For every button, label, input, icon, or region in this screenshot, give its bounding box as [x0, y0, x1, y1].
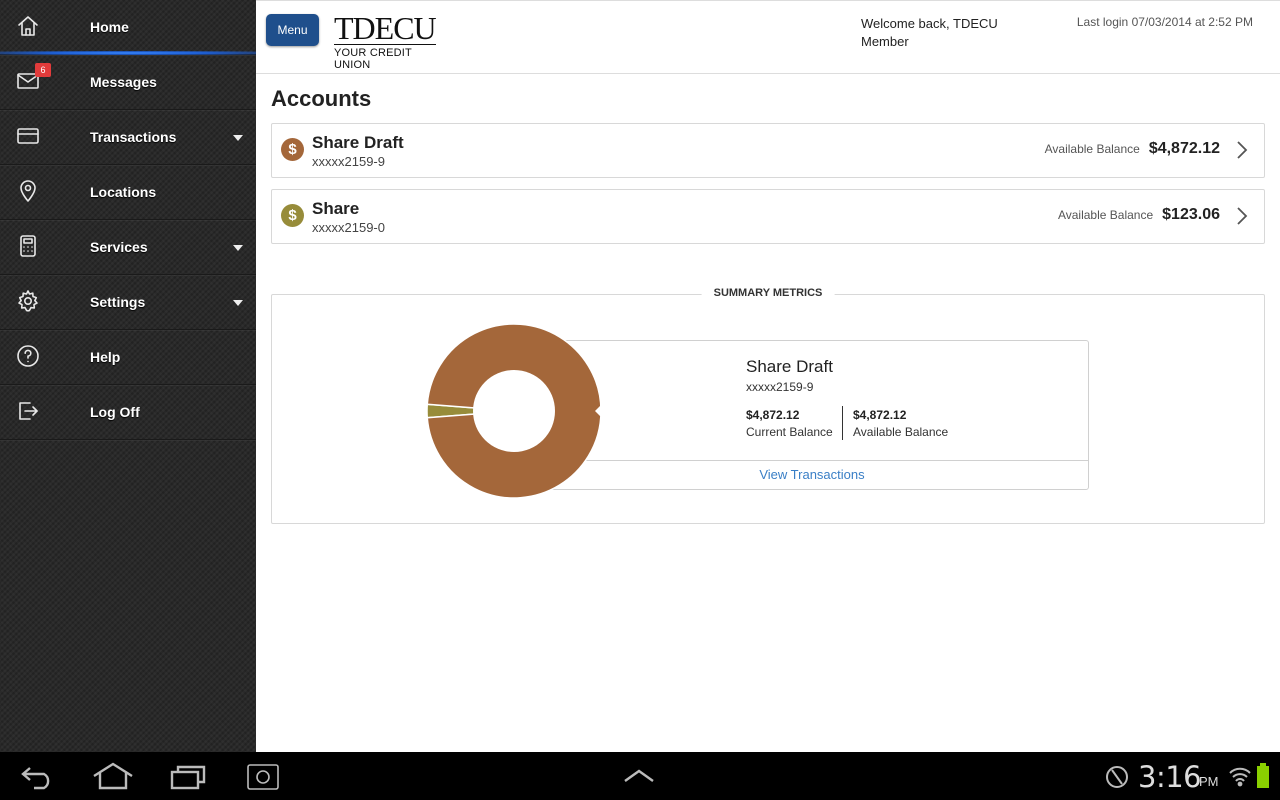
current-balance: $4,872.12 Current Balance: [746, 408, 833, 439]
available-balance-amount: $4,872.12: [853, 408, 907, 422]
sidebar-item-settings[interactable]: Settings: [0, 275, 256, 330]
chevron-down-icon: [233, 135, 243, 141]
available-balance: Available Balance $123.06: [1058, 206, 1220, 224]
chevron-right-icon: [1236, 140, 1248, 160]
app-header: Menu TDECU YOUR CREDIT UNION Welcome bac…: [256, 0, 1280, 74]
sidebar-item-label: Locations: [90, 184, 157, 200]
help-icon: [16, 344, 40, 368]
dollar-coin-icon: $: [281, 138, 304, 161]
screenshot-icon[interactable]: [246, 762, 280, 797]
usb-debug-icon: [1104, 764, 1130, 795]
account-card-share-draft[interactable]: $ Share Draft xxxxx2159-9 Available Bala…: [271, 123, 1265, 178]
chevron-right-icon: [1236, 206, 1248, 226]
sidebar-item-transactions[interactable]: Transactions: [0, 110, 256, 165]
available-balance-label: Available Balance: [853, 425, 949, 439]
donut-hole: [473, 370, 555, 452]
account-detail-card: Share Draft xxxxx2159-9 $4,872.12 Curren…: [535, 340, 1089, 490]
account-number: xxxxx2159-0: [312, 220, 385, 235]
logout-icon: [16, 399, 40, 423]
home-button-icon[interactable]: [92, 762, 134, 795]
recent-apps-icon[interactable]: [170, 764, 206, 795]
view-transactions-link[interactable]: View Transactions: [536, 460, 1088, 489]
sidebar-item-label: Settings: [90, 294, 146, 310]
account-number: xxxxx2159-9: [312, 154, 385, 169]
back-icon[interactable]: [20, 764, 56, 795]
map-pin-icon: [16, 179, 40, 203]
page-title: Accounts: [271, 86, 372, 111]
clock-time[interactable]: 3:16: [1138, 760, 1202, 794]
available-balance-amount: $123.06: [1162, 206, 1220, 223]
balance-divider: [842, 406, 843, 440]
sidebar-item-locations[interactable]: Locations: [0, 165, 256, 220]
current-balance-amount: $4,872.12: [746, 408, 800, 422]
account-name: Share Draft: [312, 133, 404, 152]
system-navigation-bar: 3:16 PM: [0, 752, 1280, 800]
available-balance: Available Balance $4,872.12: [1045, 140, 1220, 158]
chevron-down-icon: [233, 300, 243, 306]
dollar-coin-icon: $: [281, 204, 304, 227]
sidebar-item-help[interactable]: Help: [0, 330, 256, 385]
sidebar: Home 6 Messages Transactions Locations S…: [0, 0, 256, 752]
current-balance-label: Current Balance: [746, 425, 833, 439]
calculator-icon: [16, 234, 40, 258]
sidebar-item-label: Messages: [90, 74, 157, 90]
available-balance-detail: $4,872.12 Available Balance: [853, 408, 948, 439]
tdecu-logo: TDECU YOUR CREDIT UNION: [334, 10, 444, 71]
summary-metrics-title: SUMMARY METRICS: [701, 287, 835, 299]
wifi-icon: [1228, 764, 1252, 793]
gear-icon: [16, 289, 40, 313]
sidebar-item-label: Log Off: [90, 404, 140, 420]
account-name: Share: [312, 199, 360, 218]
messages-badge: 6: [35, 63, 51, 77]
available-balance-label: Available Balance: [1044, 142, 1140, 156]
balance-donut-chart[interactable]: [426, 323, 602, 499]
chevron-up-icon[interactable]: [622, 768, 656, 789]
summary-metrics: SUMMARY METRICS Share Draft xxxxx2159-9 …: [271, 287, 1265, 524]
last-login-text: Last login 07/03/2014 at 2:52 PM: [1076, 15, 1253, 29]
sidebar-item-label: Help: [90, 349, 121, 365]
sidebar-item-home[interactable]: Home: [0, 0, 256, 55]
detail-account-number: xxxxx2159-9: [746, 380, 814, 394]
main-content: Accounts $ Share Draft xxxxx2159-9 Avail…: [256, 74, 1280, 752]
logo-main-text: TDECU: [334, 10, 437, 46]
sidebar-item-log-off[interactable]: Log Off: [0, 385, 256, 440]
available-balance-label: Available Balance: [1057, 208, 1154, 222]
sidebar-item-label: Home: [90, 19, 129, 35]
sidebar-item-label: Transactions: [90, 129, 177, 145]
logo-sub-text: YOUR CREDIT UNION: [334, 47, 412, 71]
sidebar-item-messages[interactable]: 6 Messages: [0, 55, 256, 110]
home-icon: [16, 14, 40, 38]
sidebar-item-label: Services: [90, 239, 148, 255]
battery-icon: [1256, 762, 1270, 795]
chevron-down-icon: [233, 245, 243, 251]
welcome-text: Welcome back, TDECU Member: [861, 16, 998, 49]
sidebar-item-services[interactable]: Services: [0, 220, 256, 275]
available-balance-amount: $4,872.12: [1148, 140, 1220, 157]
clock-ampm: PM: [1199, 774, 1219, 789]
account-card-share[interactable]: $ Share xxxxx2159-0 Available Balance $1…: [271, 189, 1265, 244]
menu-button[interactable]: Menu: [266, 14, 319, 46]
detail-account-name: Share Draft: [746, 357, 833, 376]
card-icon: [16, 124, 40, 148]
